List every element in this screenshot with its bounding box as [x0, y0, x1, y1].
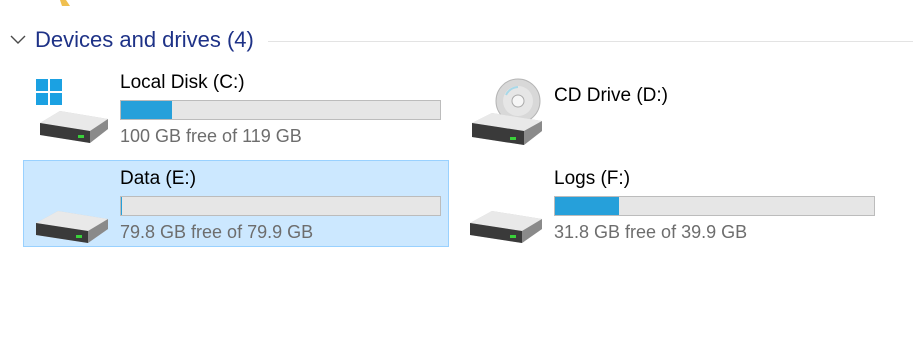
drive-tile-e[interactable]: Data (E:) 79.8 GB free of 79.9 GB [23, 160, 449, 247]
folder-icon-partial [60, 0, 70, 6]
drive-name: Data (E:) [120, 168, 197, 189]
drive-name: Logs (F:) [554, 168, 631, 189]
hard-drive-icon [36, 211, 108, 243]
drive-free-space: 79.8 GB free of 79.9 GB [120, 222, 314, 242]
drive-name: Local Disk (C:) [120, 72, 245, 93]
drive-name: CD Drive (D:) [554, 85, 668, 106]
drive-usage-fill [555, 197, 619, 215]
group-title: Devices and drives (4) [35, 27, 254, 52]
cd-drive-icon [472, 78, 542, 145]
drive-free-space: 100 GB free of 119 GB [120, 126, 302, 146]
drive-tile-f[interactable]: Logs (F:) 31.8 GB free of 39.9 GB [457, 160, 883, 247]
drive-tile-c[interactable]: Local Disk (C:) 100 GB free of 119 GB [23, 64, 449, 151]
drive-usage-bar [120, 100, 441, 120]
drive-usage-bar [120, 196, 441, 216]
drive-tile-d[interactable]: CD Drive (D:) [457, 64, 883, 151]
drive-usage-bar [554, 196, 875, 216]
group-divider [267, 40, 913, 42]
drive-free-space: 31.8 GB free of 39.9 GB [554, 222, 748, 242]
drive-usage-fill [121, 101, 173, 119]
hard-drive-icon [470, 211, 542, 243]
chevron-down-icon[interactable] [8, 30, 28, 50]
windows-drive-icon [36, 79, 108, 143]
devices-and-drives-group-header[interactable]: Devices and drives (4) [8, 24, 913, 56]
